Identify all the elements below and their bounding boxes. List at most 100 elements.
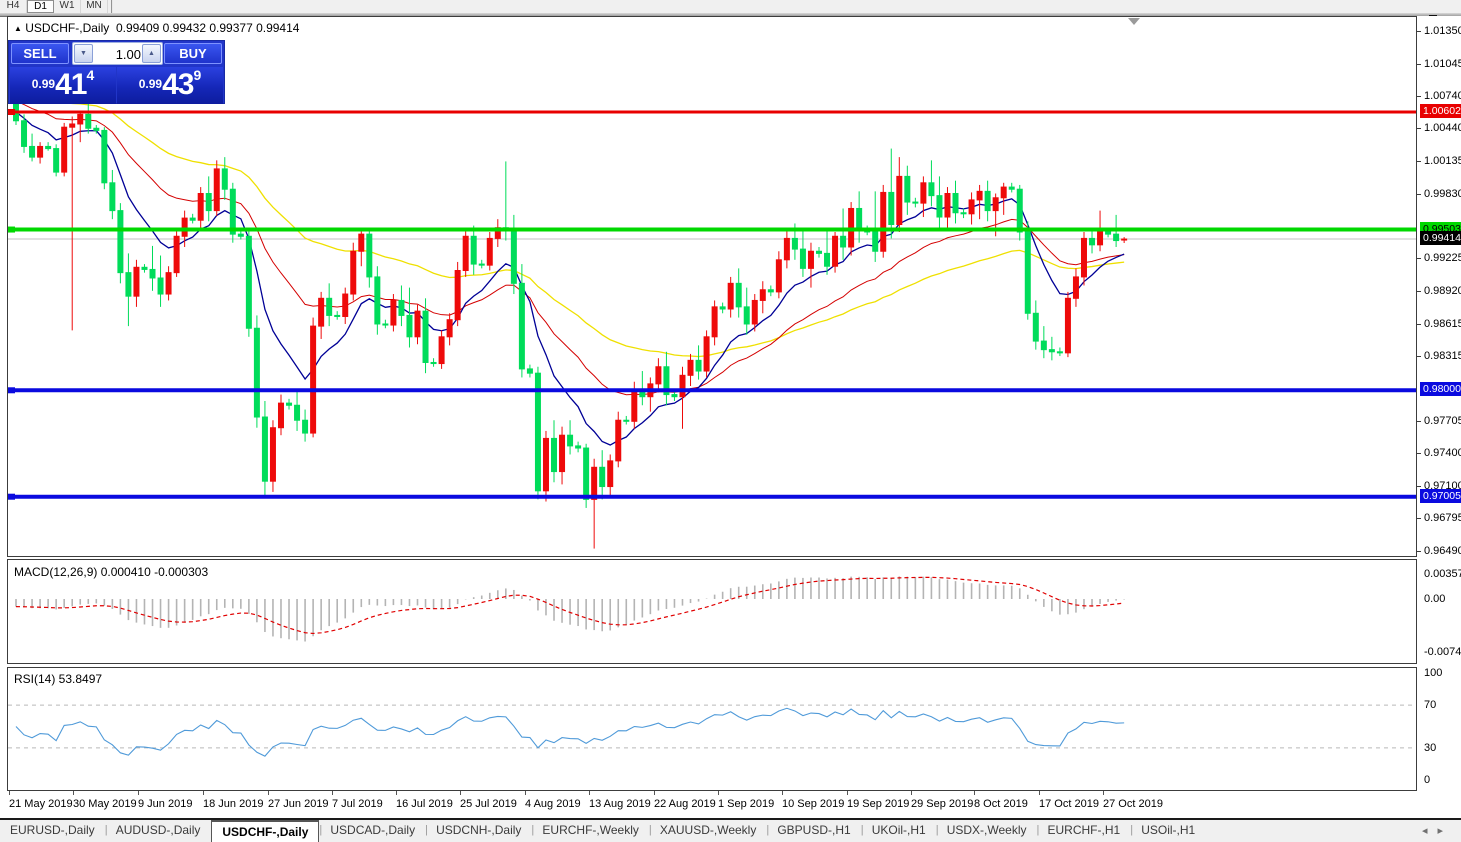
macd-indicator-pane[interactable] <box>7 559 1417 664</box>
price-axis-tick <box>1417 258 1421 259</box>
price-axis-tick <box>1417 31 1421 32</box>
chart-symbol-label: USDCHF-,Daily <box>25 21 109 35</box>
buy-price-base: 0.99 <box>139 77 162 91</box>
date-axis[interactable]: 21 May 201930 May 20199 Jun 201918 Jun 2… <box>7 791 1417 817</box>
price-axis-tick <box>1417 421 1421 422</box>
price-badge-0.98000: 0.98000 <box>1420 382 1461 396</box>
buy-price-pips: 43 <box>162 68 193 101</box>
chart-tab-usoil-h1[interactable]: USOil-,H1 <box>1131 820 1205 842</box>
rsi-indicator-pane[interactable] <box>7 667 1417 791</box>
price-axis-tick <box>1417 486 1421 487</box>
macd-axis-label: -0.00749 <box>1424 646 1461 658</box>
chart-shift-marker-icon[interactable] <box>1128 18 1140 25</box>
price-axis-label: 1.00740 <box>1424 90 1461 102</box>
volume-increase-icon[interactable]: ▲ <box>142 44 161 63</box>
volume-stepper: ▼ ▲ <box>72 42 163 65</box>
timeframe-button-h4[interactable]: H4 <box>0 0 27 13</box>
date-axis-tick <box>718 791 719 795</box>
sell-price-base: 0.99 <box>32 77 55 91</box>
chart-tab-gbpusd-h1[interactable]: GBPUSD-,H1 <box>767 820 860 842</box>
chart-tab-usdx-weekly[interactable]: USDX-,Weekly <box>937 820 1037 842</box>
price-axis-label: 1.01350 <box>1424 25 1461 37</box>
date-axis-label: 7 Jul 2019 <box>332 798 383 810</box>
date-axis-tick <box>396 791 397 795</box>
price-axis-tick <box>1417 64 1421 65</box>
date-axis-tick <box>1039 791 1040 795</box>
volume-input[interactable] <box>95 44 141 64</box>
sell-price-display[interactable]: 0.99414 <box>10 67 116 104</box>
rsi-axis-label: 0 <box>1424 774 1430 786</box>
date-axis-label: 22 Aug 2019 <box>654 798 716 810</box>
macd-chart[interactable] <box>8 560 1416 663</box>
chart-tab-xauusd-weekly[interactable]: XAUUSD-,Weekly <box>650 820 766 842</box>
date-axis-tick <box>525 791 526 795</box>
price-axis-label: 0.98920 <box>1424 285 1461 297</box>
price-axis-tick <box>1417 96 1421 97</box>
rsi-axis-label: 70 <box>1424 699 1436 711</box>
rsi-label: RSI(14) 53.8497 <box>14 672 102 686</box>
buy-price-display[interactable]: 0.99439 <box>117 67 223 104</box>
trade-controls-row: SELL ▼ ▲ BUY <box>9 41 224 66</box>
date-axis-tick <box>203 791 204 795</box>
date-axis-label: 29 Sep 2019 <box>911 798 973 810</box>
price-axis-tick <box>1417 356 1421 357</box>
date-axis-tick <box>138 791 139 795</box>
price-axis-tick <box>1417 194 1421 195</box>
tab-scroll-right-icon[interactable]: ▸ <box>1437 825 1453 837</box>
date-axis-label: 25 Jul 2019 <box>460 798 517 810</box>
date-axis-label: 30 May 2019 <box>73 798 137 810</box>
date-axis-label: 4 Aug 2019 <box>525 798 581 810</box>
date-axis-tick <box>974 791 975 795</box>
date-axis-label: 10 Sep 2019 <box>782 798 844 810</box>
date-axis-tick <box>847 791 848 795</box>
macd-label: MACD(12,26,9) 0.000410 -0.000303 <box>14 565 208 579</box>
date-axis-label: 17 Oct 2019 <box>1039 798 1099 810</box>
chart-tab-eurchf-weekly[interactable]: EURCHF-,Weekly <box>532 820 648 842</box>
chart-tab-usdcad-daily[interactable]: USDCAD-,Daily <box>320 820 425 842</box>
chart-tab-eurusd-daily[interactable]: EURUSD-,Daily <box>0 820 105 842</box>
toolbar-separator <box>108 0 113 13</box>
price-axis-tick <box>1417 291 1421 292</box>
date-axis-label: 18 Jun 2019 <box>203 798 264 810</box>
timeframe-button-w1[interactable]: W1 <box>54 0 81 13</box>
price-axis-label: 1.00440 <box>1424 122 1461 134</box>
rsi-axis-label: 30 <box>1424 742 1436 754</box>
chart-tab-audusd-daily[interactable]: AUDUSD-,Daily <box>106 820 211 842</box>
price-axis-label: 0.99830 <box>1424 188 1461 200</box>
sell-button[interactable]: SELL <box>11 43 69 64</box>
price-axis[interactable]: 1.013501.010451.007401.004401.001350.998… <box>1417 16 1461 791</box>
rsi-axis-label: 100 <box>1424 667 1442 679</box>
volume-decrease-icon[interactable]: ▼ <box>74 44 93 63</box>
chart-tab-usdchf-daily[interactable]: USDCHF-,Daily <box>211 820 319 842</box>
buy-price-fraction: 9 <box>193 67 201 83</box>
date-axis-tick <box>332 791 333 795</box>
date-axis-tick <box>9 791 10 795</box>
date-axis-tick <box>73 791 74 795</box>
timeframe-button-d1[interactable]: D1 <box>27 0 54 13</box>
tab-scroll-arrows[interactable]: ◂▸ <box>1422 824 1453 837</box>
rsi-chart[interactable] <box>8 668 1416 790</box>
timeframe-button-mn[interactable]: MN <box>81 0 108 13</box>
macd-axis-label: 0.00 <box>1424 593 1445 605</box>
buy-button[interactable]: BUY <box>164 43 222 64</box>
price-axis-tick <box>1417 453 1421 454</box>
sell-price-fraction: 4 <box>86 67 94 83</box>
price-axis-tick <box>1417 551 1421 552</box>
price-axis-tick <box>1417 324 1421 325</box>
date-axis-label: 13 Aug 2019 <box>589 798 651 810</box>
price-axis-label: 0.97705 <box>1424 415 1461 427</box>
price-axis-label: 0.98615 <box>1424 318 1461 330</box>
price-axis-label: 0.98315 <box>1424 350 1461 362</box>
date-axis-tick <box>268 791 269 795</box>
date-axis-tick <box>589 791 590 795</box>
chart-tab-usdcnh-daily[interactable]: USDCNH-,Daily <box>426 820 531 842</box>
tab-scroll-left-icon[interactable]: ◂ <box>1422 825 1438 837</box>
date-axis-tick <box>460 791 461 795</box>
date-axis-tick <box>782 791 783 795</box>
chart-tab-eurchf-h1[interactable]: EURCHF-,H1 <box>1038 820 1131 842</box>
macd-axis-label: 0.003574 <box>1424 568 1461 580</box>
chart-tab-bar: EURUSD-,Daily|AUDUSD-,Daily|USDCHF-,Dail… <box>0 818 1461 842</box>
price-axis-tick <box>1417 518 1421 519</box>
price-axis-label: 0.99225 <box>1424 252 1461 264</box>
chart-tab-ukoil-h1[interactable]: UKOil-,H1 <box>862 820 936 842</box>
